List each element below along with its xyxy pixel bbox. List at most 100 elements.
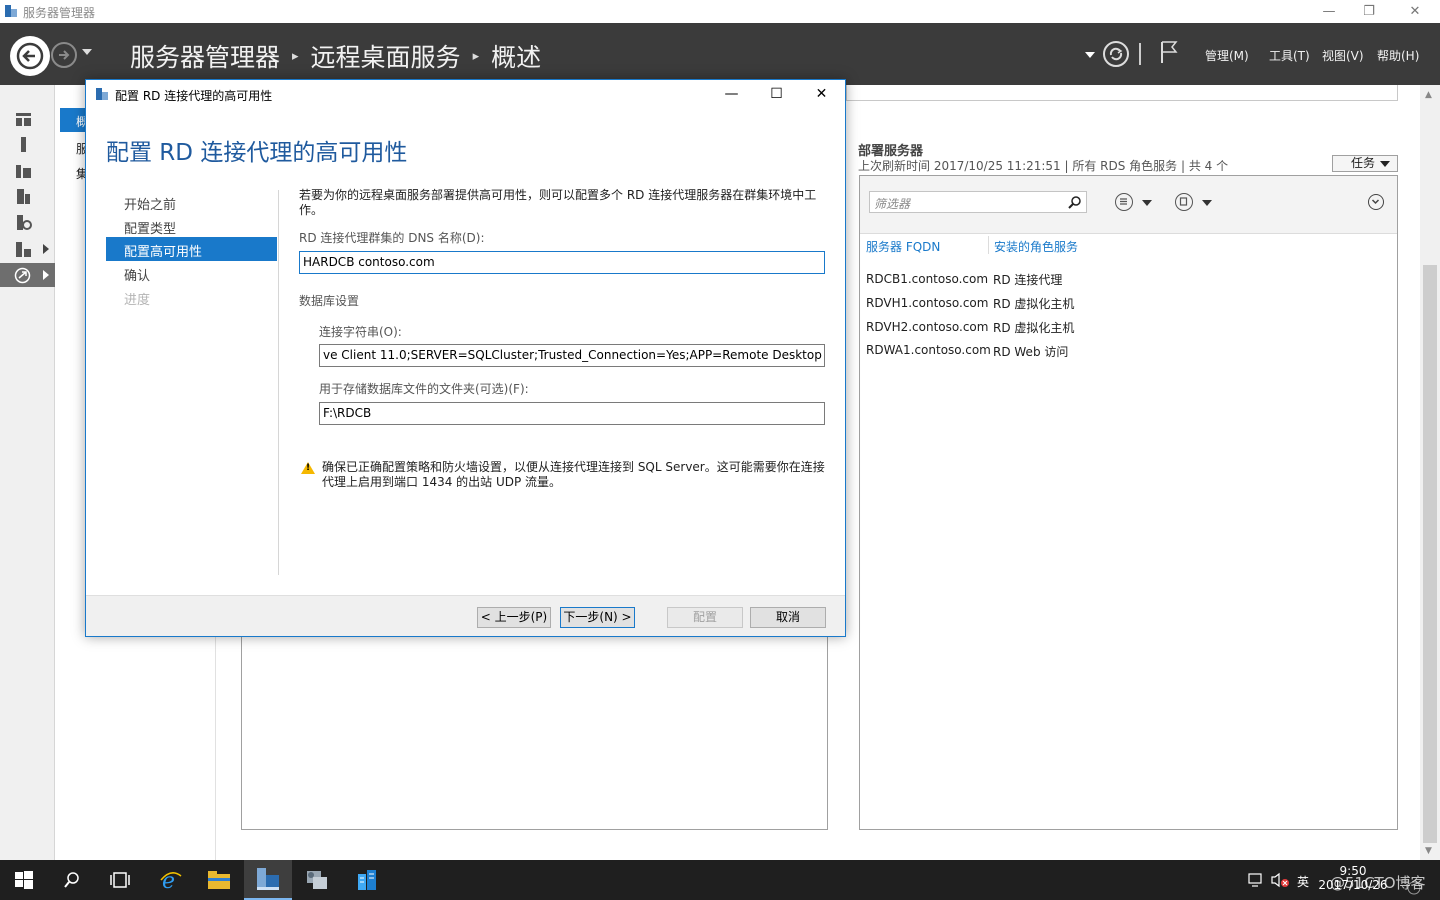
chevron-down-icon[interactable] — [1142, 200, 1152, 206]
breadcrumb-dropdown-icon[interactable] — [1085, 52, 1095, 58]
menu-help[interactable]: 帮助(H) — [1377, 47, 1419, 64]
refresh-icon[interactable] — [1102, 40, 1130, 68]
task-view-button[interactable] — [96, 860, 144, 900]
breadcrumb-separator: ▸ — [472, 48, 480, 64]
server-icon — [21, 136, 26, 152]
server-manager-icon — [257, 868, 279, 890]
table-row-fqdn[interactable]: RDCB1.contoso.com — [866, 272, 988, 286]
table-row-role[interactable]: RD 虚拟化主机 — [993, 319, 1074, 336]
search-icon[interactable] — [1068, 195, 1082, 209]
scroll-up-icon[interactable]: ▲ — [1425, 90, 1432, 100]
next-button[interactable]: 下一步(N) > — [560, 607, 635, 628]
wizard-step[interactable]: 确认 — [106, 261, 277, 285]
breadcrumb-item[interactable]: 服务器管理器 — [130, 38, 280, 74]
scroll-down-icon[interactable]: ▼ — [1425, 846, 1432, 856]
table-row-role[interactable]: RD 连接代理 — [993, 271, 1062, 288]
wizard-step-active[interactable]: 配置高可用性 — [106, 237, 277, 261]
menu-manage[interactable]: 管理(M) — [1205, 47, 1249, 64]
connection-string-input[interactable]: ve Client 11.0;SERVER=SQLCluster;Trusted… — [319, 344, 825, 367]
db-folder-input[interactable]: F:\RDCB — [319, 402, 825, 425]
sidebar-ad[interactable] — [0, 184, 55, 208]
table-row-fqdn[interactable]: RDWA1.contoso.com — [866, 343, 991, 357]
taskbar-remote-desktop[interactable] — [343, 860, 391, 900]
file-storage-icon — [17, 214, 32, 230]
dns-name-label: RD 连接代理群集的 DNS 名称(D): — [299, 231, 485, 245]
taskbar-server-manager[interactable] — [244, 860, 292, 900]
breadcrumb-item[interactable]: 远程桌面服务 — [311, 38, 461, 74]
dialog-minimize-button[interactable]: — — [709, 80, 754, 108]
internet-explorer-icon: e — [160, 869, 182, 892]
sidebar-remote-desktop[interactable] — [0, 263, 55, 287]
remote-desktop-icon — [14, 267, 31, 283]
ime-indicator[interactable]: 英 — [1297, 873, 1309, 890]
arrow-right-icon — [59, 50, 70, 60]
close-button[interactable]: ✕ — [1392, 0, 1438, 23]
sidebar-local-server[interactable] — [0, 132, 55, 156]
taskbar-rds-tool[interactable] — [293, 860, 341, 900]
breadcrumb: 服务器管理器 ▸ 远程桌面服务 ▸ 概述 — [130, 38, 541, 74]
breadcrumb-item[interactable]: 概述 — [491, 38, 541, 74]
table-row-role[interactable]: RD 虚拟化主机 — [993, 295, 1074, 312]
history-dropdown-icon[interactable] — [82, 49, 92, 55]
db-folder-label: 用于存储数据库文件的文件夹(可选)(F): — [319, 382, 529, 396]
chevron-down-icon — [1371, 199, 1380, 205]
wizard-heading: 配置 RD 连接代理的高可用性 — [106, 140, 408, 166]
web-server-icon — [16, 241, 31, 257]
watermark-text: @51CTO博客 — [1330, 874, 1426, 892]
expand-arrow-icon[interactable] — [43, 270, 49, 280]
search-icon — [64, 872, 79, 888]
collapse-toggle-icon[interactable] — [1368, 194, 1384, 210]
dialog-close-button[interactable]: ✕ — [799, 80, 844, 108]
column-header-roles[interactable]: 安装的角色服务 — [994, 238, 1078, 255]
list-icon — [1120, 198, 1127, 205]
save-query-icon[interactable] — [1175, 193, 1193, 211]
header-bar: 服务器管理器 ▸ 远程桌面服务 ▸ 概述 管理(M) 工具(T) 视图(V) 帮… — [0, 23, 1440, 85]
expand-arrow-icon[interactable] — [43, 244, 49, 254]
deployment-servers-subtitle: 上次刷新时间 2017/10/25 11:21:51 | 所有 RDS 角色服务… — [858, 159, 1229, 173]
table-row-fqdn[interactable]: RDVH2.contoso.com — [866, 320, 988, 334]
cancel-button[interactable]: 取消 — [750, 607, 826, 628]
chevron-down-icon[interactable] — [1202, 200, 1212, 206]
tasks-button[interactable]: 任务 — [1332, 155, 1398, 172]
taskbar: e 英 9:50 2017/10/26 — [0, 860, 1440, 900]
header-divider — [1139, 43, 1141, 65]
wizard-step-disabled: 进度 — [124, 293, 151, 308]
wizard-step[interactable]: 开始之前 — [106, 190, 277, 214]
sidebar-file-services[interactable] — [0, 210, 55, 234]
start-button[interactable] — [0, 860, 48, 900]
dialog-footer: < 上一步(P) 下一步(N) > 配置 取消 — [86, 595, 845, 636]
dialog-maximize-button[interactable]: ☐ — [754, 80, 799, 108]
task-view-icon — [110, 872, 130, 888]
forward-button[interactable] — [51, 42, 77, 68]
sidebar-iis[interactable] — [0, 237, 55, 261]
volume-muted-icon[interactable] — [1270, 872, 1290, 888]
search-button[interactable] — [48, 860, 96, 900]
column-header-fqdn[interactable]: 服务器 FQDN — [866, 238, 940, 255]
table-row-fqdn[interactable]: RDVH1.contoso.com — [866, 296, 988, 310]
taskbar-ie[interactable]: e — [147, 860, 195, 900]
back-button[interactable] — [10, 36, 50, 76]
network-tools-icon — [307, 871, 327, 889]
previous-button[interactable]: < 上一步(P) — [477, 607, 551, 628]
dns-name-input[interactable]: HARDCB contoso.com — [299, 251, 825, 274]
filter-input[interactable]: 筛选器 — [869, 191, 1087, 213]
network-icon[interactable] — [1248, 873, 1266, 888]
folder-icon — [208, 871, 230, 889]
warning-icon — [301, 462, 315, 474]
sidebar-dashboard[interactable] — [0, 107, 55, 131]
sidebar-all-servers[interactable] — [0, 158, 55, 182]
server-manager-icon — [5, 5, 17, 17]
servers-icon — [16, 164, 31, 178]
notifications-flag-icon[interactable] — [1158, 39, 1180, 65]
restore-button[interactable]: ❐ — [1346, 0, 1392, 23]
wizard-step[interactable]: 配置类型 — [106, 214, 277, 238]
taskbar-explorer[interactable] — [195, 860, 243, 900]
scrollbar-thumb[interactable] — [1423, 265, 1437, 843]
table-row-role[interactable]: RD Web 访问 — [993, 343, 1068, 360]
menu-tools[interactable]: 工具(T) — [1269, 47, 1310, 64]
remote-desktop-icon — [358, 870, 376, 890]
menu-view[interactable]: 视图(V) — [1322, 47, 1364, 64]
dashboard-icon — [16, 112, 31, 126]
list-options-icon[interactable] — [1115, 193, 1133, 211]
dialog-titlebar: 配置 RD 连接代理的高可用性 — ☐ ✕ — [86, 80, 845, 108]
